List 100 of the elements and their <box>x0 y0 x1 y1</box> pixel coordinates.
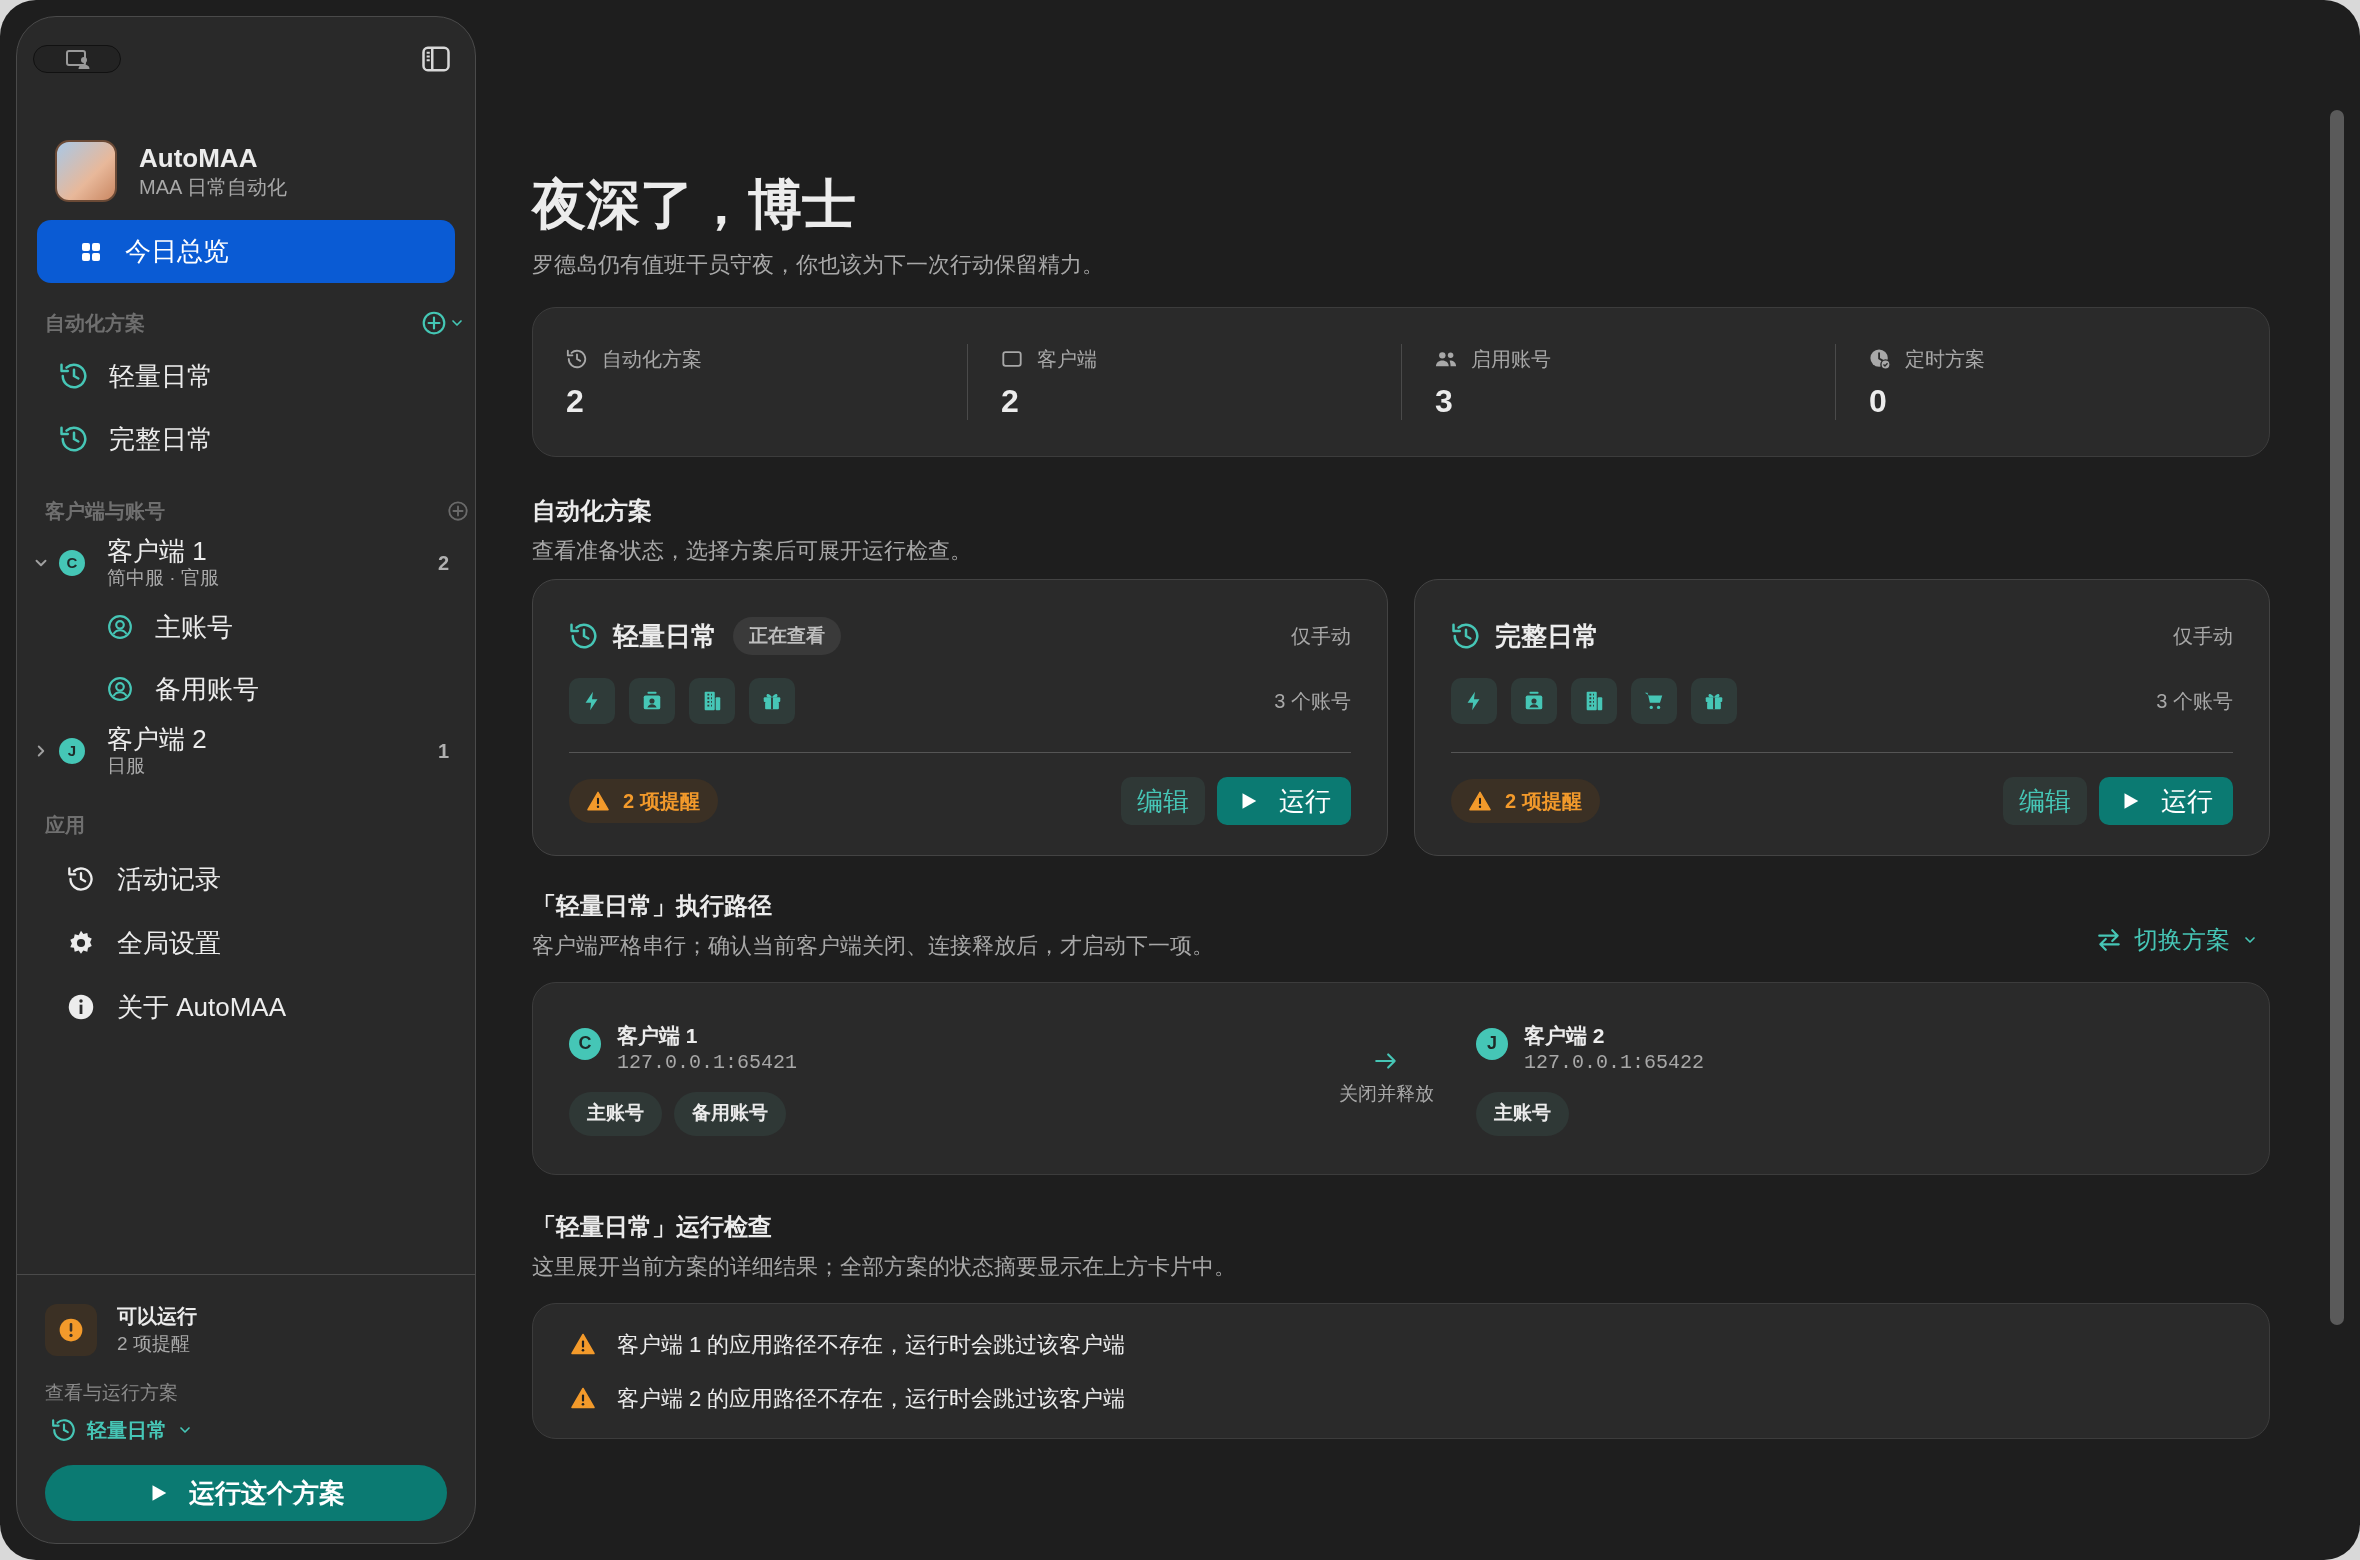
client-avatar: J <box>1476 1027 1508 1060</box>
swap-icon <box>2096 927 2122 953</box>
warning-icon <box>1469 790 1491 812</box>
client-tree-item[interactable]: C 客户端 1 简中服 · 官服 2 <box>27 531 465 595</box>
history-icon <box>566 348 588 370</box>
run-plan-button[interactable]: 运行这个方案 <box>45 1465 447 1521</box>
picker-label: 查看与运行方案 <box>45 1380 179 1405</box>
plan-name: 完整日常 <box>1495 619 1599 653</box>
sidebar-nav-item[interactable]: 关于 AutoMAA <box>37 977 455 1037</box>
stat-value: 2 <box>1001 382 1020 420</box>
connector-label: 关闭并释放 <box>1338 1082 1434 1107</box>
plan-name: 轻量日常 <box>613 619 717 653</box>
account-chip: 主账号 <box>1476 1091 1569 1136</box>
sidebar-nav-item[interactable]: 全局设置 <box>37 913 455 973</box>
warning-pill: 2 项提醒 <box>569 779 718 823</box>
trigger-mode: 仅手动 <box>1291 624 1351 649</box>
warning-icon <box>587 790 609 812</box>
reminder-count: 2 项提醒 <box>117 1331 191 1356</box>
viewing-tag: 正在查看 <box>733 617 841 655</box>
account-count: 2 <box>437 551 449 576</box>
alert-icon <box>58 1316 84 1343</box>
history-icon <box>59 424 89 454</box>
edit-button[interactable]: 编辑 <box>2003 777 2087 825</box>
warning-icon <box>571 1332 595 1356</box>
section-subtitle: 客户端严格串行；确认当前客户端关闭、连接释放后，才启动下一项。 <box>532 932 1214 960</box>
sidebar-nav-item[interactable]: 完整日常 <box>37 409 455 469</box>
section-subtitle: 查看准备状态，选择方案后可展开运行检查。 <box>532 537 972 565</box>
edit-button[interactable]: 编辑 <box>1121 777 1205 825</box>
client-name: 客户端 1 <box>107 536 207 566</box>
stat-value: 0 <box>1869 382 1888 420</box>
client-avatar: C <box>59 550 85 576</box>
id-card-icon <box>641 690 663 712</box>
plan-card[interactable]: 完整日常 仅手动 3 个账号 2 项提醒 编辑 运行 <box>1414 579 2270 856</box>
section-title: 「轻量日常」执行路径 <box>532 891 773 921</box>
section-heading: 客户端与账号 <box>45 499 165 524</box>
window-icon <box>1001 348 1023 370</box>
client-address: 127.0.0.1:65422 <box>1524 1049 1705 1076</box>
warning-icon <box>571 1386 595 1410</box>
client-avatar: C <box>569 1027 601 1060</box>
account-tree-item[interactable]: 主账号 <box>37 597 455 657</box>
check-message: 客户端 1 的应用路径不存在，运行时会跳过该客户端 <box>617 1330 1126 1359</box>
sidebar-nav-item[interactable]: 轻量日常 <box>37 346 455 406</box>
plan-card[interactable]: 轻量日常 正在查看 仅手动 3 个账号 2 项提醒 编辑 运行 <box>532 579 1388 856</box>
client-name: 客户端 2 <box>107 724 207 754</box>
trigger-mode: 仅手动 <box>2173 624 2233 649</box>
status-title: 可以运行 <box>117 1303 197 1329</box>
page-title: 夜深了，博士 <box>532 173 857 236</box>
section-title: 「轻量日常」运行检查 <box>532 1212 773 1242</box>
account-chip: 主账号 <box>569 1091 662 1136</box>
client-tree-item[interactable]: J 客户端 2 日服 1 <box>27 719 465 783</box>
id-card-icon <box>1523 690 1545 712</box>
client-name: 客户端 1 <box>617 1022 699 1049</box>
stat-label: 启用账号 <box>1471 347 1551 372</box>
account-chip: 备用账号 <box>674 1091 786 1136</box>
history-icon <box>67 865 95 893</box>
cart-icon <box>1643 690 1665 712</box>
plan-picker[interactable]: 轻量日常 <box>51 1415 193 1445</box>
stat-label: 定时方案 <box>1905 347 1985 372</box>
account-tree-item[interactable]: 备用账号 <box>37 659 455 719</box>
switch-plan-button[interactable]: 切换方案 <box>2096 922 2258 958</box>
add-plan-button[interactable] <box>421 310 465 336</box>
clock-check-icon <box>1869 348 1891 370</box>
history-icon <box>569 621 599 651</box>
user-icon <box>107 676 133 702</box>
plus-icon <box>447 500 469 522</box>
account-count: 1 <box>437 739 449 764</box>
warning-pill: 2 项提醒 <box>1451 779 1600 823</box>
user-icon <box>107 614 133 640</box>
client-avatar: J <box>59 738 85 764</box>
section-heading: 应用 <box>44 813 86 838</box>
scrollbar[interactable] <box>2330 110 2344 1325</box>
plus-icon <box>421 310 447 336</box>
stat-label: 自动化方案 <box>602 347 702 372</box>
history-icon <box>51 1417 77 1443</box>
account-count: 3 个账号 <box>2156 689 2233 714</box>
app-subtitle: MAA 日常自动化 <box>139 175 287 200</box>
app-name: AutoMAA <box>139 142 259 174</box>
info-icon <box>67 993 95 1021</box>
section-title: 自动化方案 <box>532 496 653 526</box>
stat-value: 3 <box>1435 382 1454 420</box>
app-logo <box>55 140 117 202</box>
sidebar-nav-item[interactable]: 活动记录 <box>37 849 455 909</box>
run-button[interactable]: 运行 <box>2099 777 2233 825</box>
add-client-button[interactable] <box>447 500 469 522</box>
account-count: 3 个账号 <box>1274 689 1351 714</box>
stat-label: 客户端 <box>1037 347 1097 372</box>
history-icon <box>1451 621 1481 651</box>
page-subtitle: 罗德岛仍有值班干员守夜，你也该为下一次行动保留精力。 <box>532 251 1105 279</box>
check-message: 客户端 2 的应用路径不存在，运行时会跳过该客户端 <box>617 1384 1126 1413</box>
stat-value: 2 <box>566 382 585 420</box>
window-switch-button[interactable] <box>33 44 121 73</box>
client-address: 127.0.0.1:65421 <box>617 1049 798 1076</box>
section-heading: 自动化方案 <box>45 311 145 336</box>
client-region: 日服 <box>107 754 145 778</box>
history-icon <box>59 361 89 391</box>
run-button[interactable]: 运行 <box>1217 777 1351 825</box>
client-name: 客户端 2 <box>1524 1022 1606 1049</box>
client-region: 简中服 · 官服 <box>107 566 219 590</box>
overview-nav-item[interactable]: 今日总览 <box>37 220 455 283</box>
section-subtitle: 这里展开当前方案的详细结果；全部方案的状态摘要显示在上方卡片中。 <box>532 1253 1236 1281</box>
